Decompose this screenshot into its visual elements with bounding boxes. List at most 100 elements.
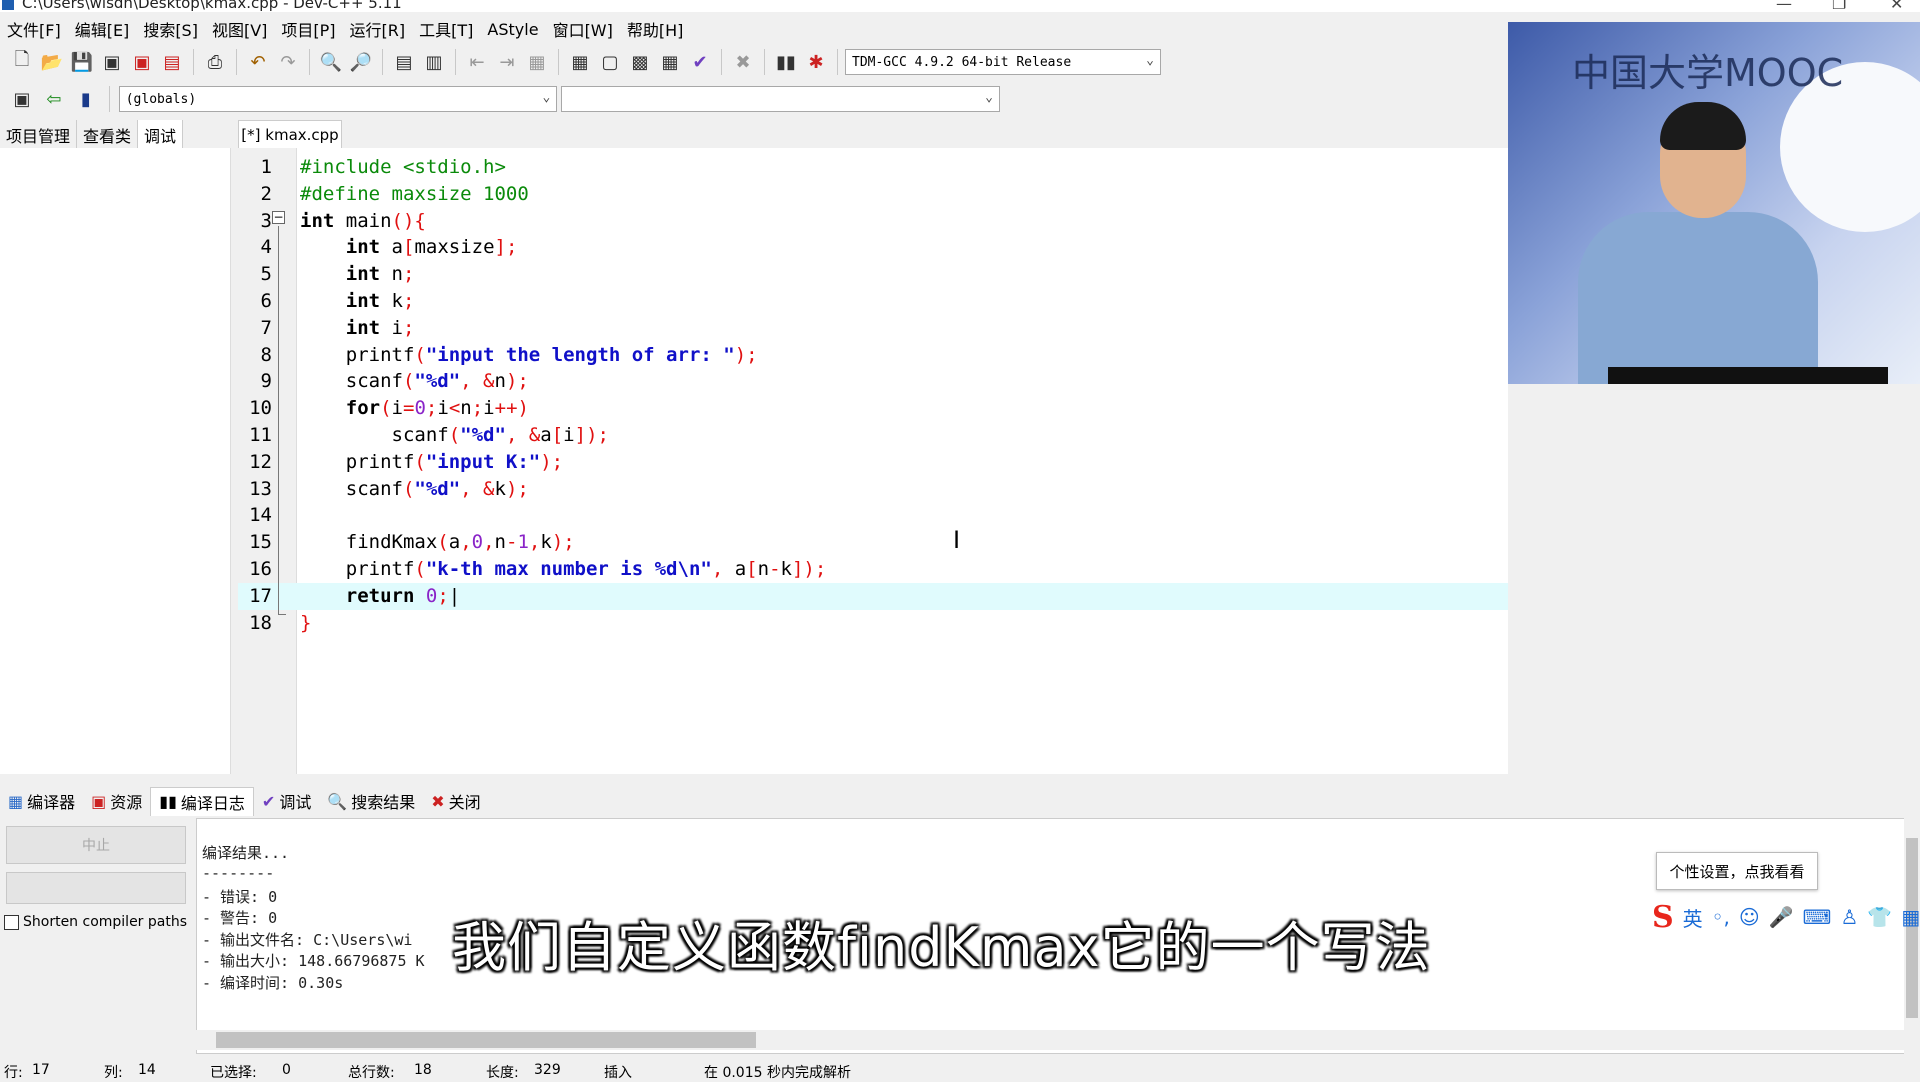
code-token: , (711, 558, 735, 580)
code-line[interactable]: 14 (238, 502, 1508, 529)
code-token: n (494, 531, 506, 554)
code-token: i (483, 397, 495, 420)
menu-window[interactable]: 窗口[W] (546, 17, 620, 41)
compiler-select[interactable]: TDM-GCC 4.9.2 64-bit Release ⌄ (845, 49, 1161, 75)
bookmark-toggle-icon[interactable]: ▮ (72, 85, 100, 113)
tab-compiler[interactable]: ▦ 编译器 (0, 787, 83, 815)
code-line[interactable]: 16 printf("k-th max number is %d\n", a[n… (238, 556, 1508, 583)
toolbox-icon[interactable]: ▦ (1901, 905, 1920, 929)
rebuild-icon[interactable]: ▦ (656, 48, 684, 76)
code-line[interactable]: 8 printf("input the length of arr: "); (238, 342, 1508, 369)
emoji-icon[interactable]: ☺ (1739, 905, 1760, 929)
code-line[interactable]: 10 for(i=0;i<n;i++) (238, 395, 1508, 422)
debug-icon[interactable]: ✱ (802, 48, 830, 76)
symbol-select[interactable]: ⌄ (561, 86, 1000, 112)
menu-run[interactable]: 运行[R] (343, 17, 413, 41)
code-line[interactable]: 13 scanf("%d", &k); (238, 476, 1508, 503)
print-icon[interactable]: ⎙ (201, 48, 229, 76)
editor-tab[interactable]: [*] kmax.cpp (238, 120, 342, 149)
keyboard-icon[interactable]: ⌨ (1803, 905, 1832, 929)
tab-compile-log[interactable]: ▮▮ 编译日志 (150, 786, 254, 816)
new-project-icon[interactable]: ▣ (8, 85, 36, 113)
tab-debug[interactable]: 调试 (138, 120, 184, 148)
text-cursor-icon: I (953, 526, 961, 554)
scope-select[interactable]: (globals) ⌄ (118, 86, 558, 112)
menu-file[interactable]: 文件[F] (0, 17, 68, 41)
tab-resources[interactable]: ▣ 资源 (83, 787, 150, 815)
abort-button[interactable]: 中止 (6, 826, 186, 864)
tab-debug-output[interactable]: ✔ 调试 (254, 787, 319, 815)
compile-run-icon[interactable]: ▩ (626, 48, 654, 76)
code-line[interactable]: 4 int a[maxsize]; (238, 234, 1508, 261)
tab-search-results[interactable]: 🔍 搜索结果 (319, 787, 423, 815)
menu-astyle[interactable]: AStyle (480, 20, 545, 39)
microphone-icon[interactable]: 🎤 (1769, 905, 1794, 929)
replace-icon[interactable]: 🔎 (347, 48, 375, 76)
new-file-icon[interactable]: 🗋 (8, 48, 36, 76)
menu-edit[interactable]: 编辑[E] (68, 17, 137, 41)
code-line[interactable]: 1 #include <stdio.h> (238, 154, 1508, 181)
code-token: , (460, 531, 472, 554)
code-line[interactable]: 11 scanf("%d", &a[i]); (238, 422, 1508, 449)
menu-view[interactable]: 视图[V] (205, 17, 274, 41)
undo-icon[interactable]: ↶ (244, 48, 272, 76)
code-line[interactable]: 2 #define maxsize 1000 (238, 181, 1508, 208)
close-icon[interactable]: ✕ (1890, 0, 1903, 12)
menu-search[interactable]: 搜索[S] (136, 17, 205, 41)
tab-project[interactable]: 项目管理 (0, 120, 78, 148)
toggle-comment-icon[interactable]: ▦ (523, 48, 551, 76)
line-number: 11 (249, 424, 272, 446)
insert-icon[interactable]: ⇦ (40, 85, 68, 113)
code-line[interactable]: 12 printf("input K:"); (238, 449, 1508, 476)
ime-language[interactable]: 英 (1683, 903, 1703, 932)
ime-toolbar[interactable]: S 英 ◦, ☺ 🎤 ⌨ ♙ 👕 ▦ (1652, 898, 1920, 936)
save-icon[interactable]: 💾 (68, 48, 96, 76)
left-panel (0, 148, 231, 774)
stop-icon[interactable]: ✖ (729, 48, 757, 76)
find-icon[interactable]: 🔍 (317, 48, 345, 76)
code-line[interactable]: 17 return 0;| (238, 582, 1508, 610)
user-icon[interactable]: ♙ (1840, 905, 1858, 929)
minimize-icon[interactable]: — (1776, 0, 1792, 12)
compile-icon[interactable]: ▦ (566, 48, 594, 76)
menu-project[interactable]: 项目[P] (274, 17, 342, 41)
code-line[interactable]: 15 findKmax(a,0,n-1,k); (238, 529, 1508, 556)
line-code: scanf("%d", &n); (300, 368, 529, 395)
goto-icon[interactable]: ▤ (390, 48, 418, 76)
toolbar-separator (455, 49, 456, 75)
menu-help[interactable]: 帮助[H] (620, 17, 691, 41)
menu-tools[interactable]: 工具[T] (412, 17, 480, 41)
tab-classes[interactable]: 查看类 (77, 120, 139, 148)
indent-icon[interactable]: ⇤ (463, 48, 491, 76)
ime-tooltip[interactable]: 个性设置，点我看看 (1656, 852, 1818, 890)
bookmark-icon[interactable]: ▥ (420, 48, 448, 76)
maximize-icon[interactable]: ❐ (1832, 0, 1846, 12)
horizontal-scroll-thumb[interactable] (216, 1032, 756, 1048)
shorten-paths-option[interactable]: Shorten compiler paths (4, 914, 187, 930)
redo-icon[interactable]: ↷ (274, 48, 302, 76)
toolbar-separator (382, 49, 383, 75)
code-line[interactable]: 6 int k; (238, 288, 1508, 315)
tab-compile-log-label: 编译日志 (180, 793, 245, 813)
skin-icon[interactable]: 👕 (1867, 905, 1892, 929)
unindent-icon[interactable]: ⇥ (493, 48, 521, 76)
open-file-icon[interactable]: 📂 (38, 48, 66, 76)
run-icon[interactable]: ▢ (596, 48, 624, 76)
code-line[interactable]: 9 scanf("%d", &n); (238, 368, 1508, 395)
vertical-scrollbar[interactable] (1904, 818, 1920, 1054)
fold-toggle-icon[interactable]: − (272, 211, 285, 224)
sogou-logo-icon[interactable]: S (1652, 900, 1674, 935)
tab-close[interactable]: ✖ 关闭 (423, 787, 488, 815)
close-all-icon[interactable]: ▤ (158, 48, 186, 76)
check-syntax-icon[interactable]: ✔ (686, 48, 714, 76)
close-file-icon[interactable]: ▣ (128, 48, 156, 76)
profile-icon[interactable]: ▮▮ (772, 48, 800, 76)
code-line[interactable]: 18} (238, 610, 1508, 637)
save-all-icon[interactable]: ▣ (98, 48, 126, 76)
punctuation-icon[interactable]: ◦, (1712, 905, 1730, 929)
shorten-paths-checkbox[interactable] (4, 914, 19, 930)
code-line[interactable]: 3 int main(){ (238, 208, 1508, 235)
code-line[interactable]: 7 int i; (238, 315, 1508, 342)
horizontal-scrollbar[interactable] (196, 1030, 1906, 1050)
code-line[interactable]: 5 int n; (238, 261, 1508, 288)
